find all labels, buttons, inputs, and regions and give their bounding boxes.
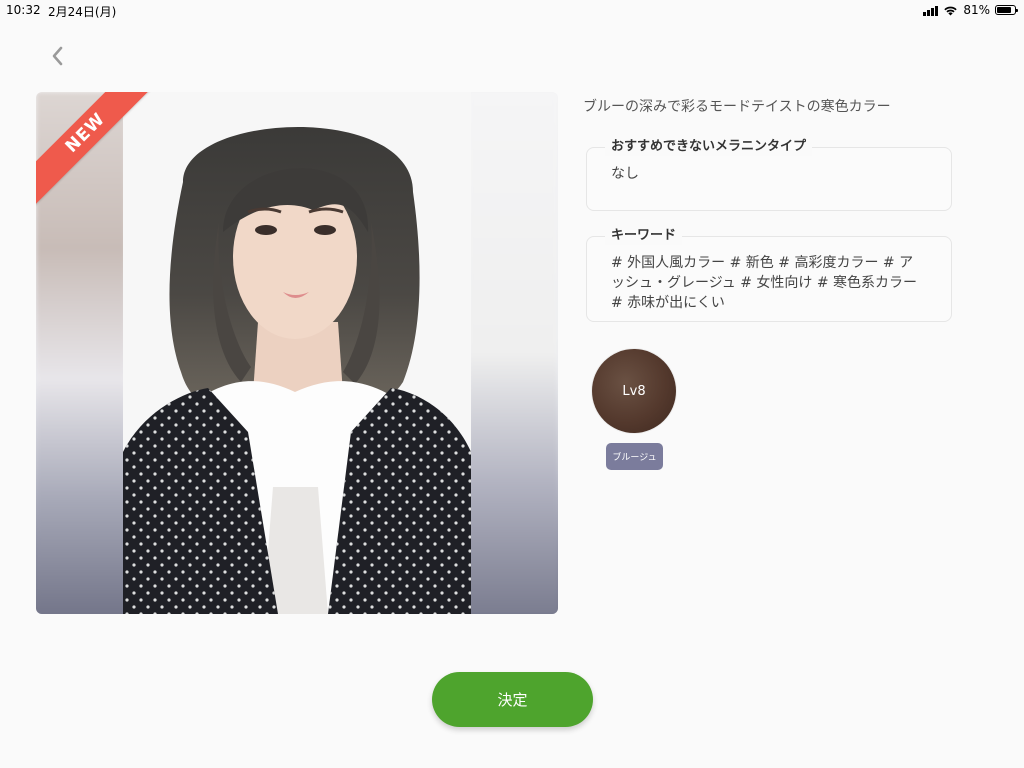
status-date: 2月24日(月) (48, 5, 117, 19)
color-swatch[interactable]: Lv8 (592, 349, 676, 433)
photo-blur-right (468, 92, 558, 614)
wifi-icon (944, 6, 958, 15)
battery-icon (995, 5, 1018, 15)
keywords-text: # 外国人風カラー # 新色 # 高彩度カラー # アッシュ・グレージュ # 女… (611, 255, 918, 311)
keywords-title: キーワード (605, 227, 683, 245)
style-description: ブルーの深みで彩るモードテイストの寒色カラー (583, 99, 891, 115)
not-recommended-title: おすすめできないメラニンタイプ (605, 138, 813, 156)
model-illustration (123, 92, 471, 614)
color-name-tag: ブルージュ (606, 443, 663, 470)
status-right-group: 81% (923, 3, 1018, 17)
battery-percent: 81% (963, 3, 990, 17)
color-level-label: Lv8 (622, 383, 646, 399)
status-bar: 10:32 2月24日(月) 81% (0, 0, 1024, 22)
model-photo (123, 92, 471, 614)
status-time: 10:32 (6, 3, 41, 17)
hairstyle-photo: NEW (36, 92, 558, 614)
not-recommended-card: おすすめできないメラニンタイプ なし (586, 138, 952, 211)
confirm-button[interactable]: 決定 (432, 672, 593, 727)
keywords-card: キーワード # 外国人風カラー # 新色 # 高彩度カラー # アッシュ・グレー… (586, 227, 952, 322)
cellular-signal-icon (923, 5, 939, 16)
chevron-left-icon (52, 46, 63, 66)
battery-fill (997, 7, 1011, 13)
back-button[interactable] (44, 42, 70, 70)
